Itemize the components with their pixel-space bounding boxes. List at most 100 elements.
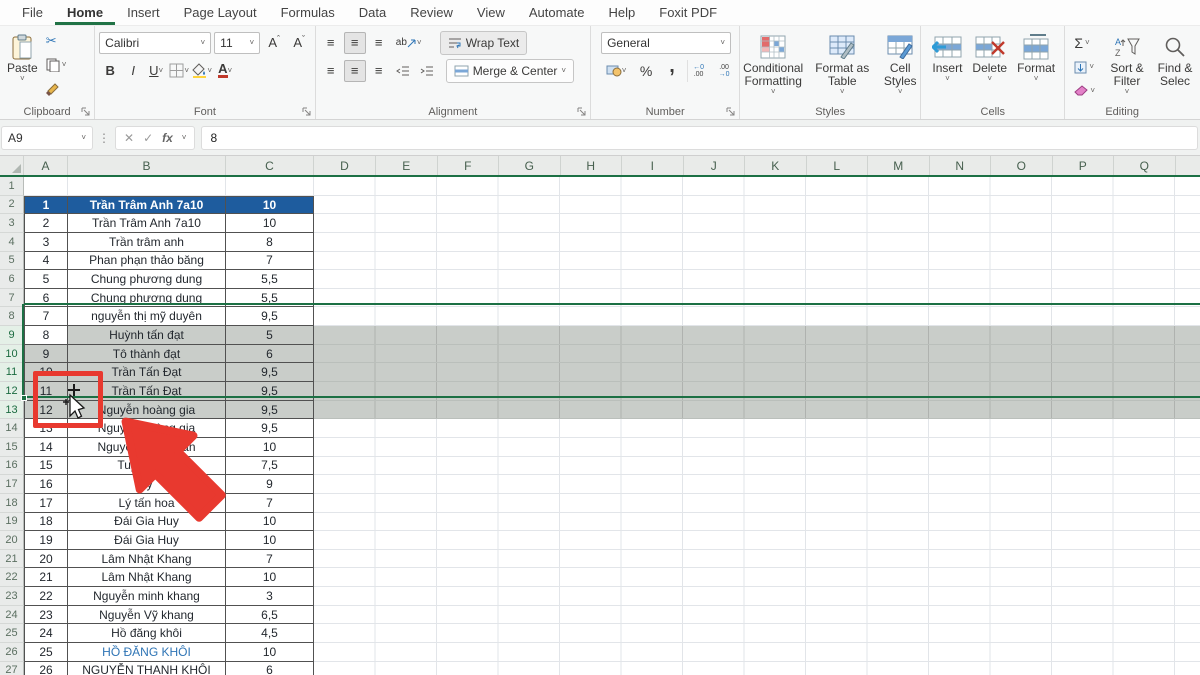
cell-B11[interactable]: Trần Tấn Đạt <box>68 363 226 382</box>
cell-B22[interactable]: Lâm Nhật Khang <box>68 568 226 587</box>
cell-A17[interactable]: 16 <box>24 475 68 494</box>
cell-A8[interactable]: 7 <box>24 307 68 326</box>
font-color-button[interactable]: A˅ <box>214 60 236 82</box>
number-dialog-launcher[interactable] <box>726 107 736 117</box>
column-header-D[interactable]: D <box>314 156 376 175</box>
empty-cells-row-13[interactable] <box>314 401 1200 420</box>
column-header-O[interactable]: O <box>991 156 1053 175</box>
cell-A10[interactable]: 9 <box>24 345 68 364</box>
cell-B7[interactable]: Chung phương dung <box>68 289 226 308</box>
cell-A23[interactable]: 22 <box>24 587 68 606</box>
column-header-P[interactable]: P <box>1053 156 1115 175</box>
row-header-24[interactable]: 24 <box>0 606 24 625</box>
name-box[interactable]: A9 ˅ <box>1 126 93 150</box>
cell-A12[interactable]: 11 <box>24 382 68 401</box>
enter-icon[interactable]: ✓ <box>143 131 153 145</box>
cell-A19[interactable]: 18 <box>24 513 68 532</box>
row-header-1[interactable]: 1 <box>0 177 24 196</box>
cell-B3[interactable]: Trần Trâm Anh 7a10 <box>68 214 226 233</box>
cell-A7[interactable]: 6 <box>24 289 68 308</box>
column-header-F[interactable]: F <box>438 156 500 175</box>
column-header-N[interactable]: N <box>930 156 992 175</box>
tab-data[interactable]: Data <box>347 1 398 25</box>
column-header-G[interactable]: G <box>499 156 561 175</box>
cell-A5[interactable]: 4 <box>24 252 68 271</box>
cell-A6[interactable]: 5 <box>24 270 68 289</box>
shrink-font-button[interactable]: Aˇ <box>288 32 310 54</box>
cell-B8[interactable]: nguyễn thị mỹ duyên <box>68 307 226 326</box>
column-header-A[interactable]: A <box>24 156 68 175</box>
empty-cells-row-5[interactable] <box>314 252 1200 271</box>
cell-C20[interactable]: 10 <box>226 531 314 550</box>
column-header-J[interactable]: J <box>684 156 746 175</box>
empty-cells-row-14[interactable] <box>314 419 1200 438</box>
cell-C18[interactable]: 7 <box>226 494 314 513</box>
row-header-10[interactable]: 10 <box>0 345 24 364</box>
cell-B4[interactable]: Trần trâm anh <box>68 233 226 252</box>
row-header-25[interactable]: 25 <box>0 624 24 643</box>
grow-font-button[interactable]: Aˆ <box>263 32 285 54</box>
cell-B9[interactable]: Huỳnh tấn đạt <box>68 326 226 345</box>
cell-B15[interactable]: Nguyễn Ngọc Hân <box>68 438 226 457</box>
empty-cells-row-17[interactable] <box>314 475 1200 494</box>
empty-cells-row-20[interactable] <box>314 531 1200 550</box>
cell-B20[interactable]: Đái Gia Huy <box>68 531 226 550</box>
empty-cells-row-24[interactable] <box>314 606 1200 625</box>
borders-button[interactable]: ˅ <box>168 60 190 82</box>
format-as-table-button[interactable]: Format as Table ˅ <box>809 30 875 102</box>
empty-cells-row-10[interactable] <box>314 345 1200 364</box>
cell-B10[interactable]: Tô thành đạt <box>68 345 226 364</box>
cut-button[interactable]: ✂ <box>43 30 70 52</box>
row-header-23[interactable]: 23 <box>0 587 24 606</box>
cell-styles-button[interactable]: Cell Styles ˅ <box>875 30 925 102</box>
copy-button[interactable]: ˅ <box>43 54 70 76</box>
cell-C19[interactable]: 10 <box>226 513 314 532</box>
cell-A15[interactable]: 14 <box>24 438 68 457</box>
tab-help[interactable]: Help <box>597 1 648 25</box>
cell-A9[interactable]: 8 <box>24 326 68 345</box>
empty-cells-row-26[interactable] <box>314 643 1200 662</box>
increase-indent-button[interactable] <box>416 60 438 82</box>
row-header-8[interactable]: 8 <box>0 307 24 326</box>
decrease-indent-button[interactable] <box>392 60 414 82</box>
format-painter-button[interactable] <box>43 78 70 100</box>
tab-home[interactable]: Home <box>55 1 115 25</box>
increase-decimal-button[interactable]: ←0.00 <box>687 60 709 82</box>
row-header-4[interactable]: 4 <box>0 233 24 252</box>
cell-C8[interactable]: 9,5 <box>226 307 314 326</box>
empty-cells-row-12[interactable] <box>314 382 1200 401</box>
delete-cells-button[interactable]: Delete ˅ <box>969 30 1010 102</box>
tab-file[interactable]: File <box>10 1 55 25</box>
clipboard-dialog-launcher[interactable] <box>81 107 91 117</box>
orientation-button[interactable]: ab ˅ <box>392 32 426 54</box>
percent-style-button[interactable]: % <box>635 60 657 82</box>
cell-C27[interactable]: 6 <box>226 662 314 675</box>
row-header-18[interactable]: 18 <box>0 494 24 513</box>
autosum-button[interactable]: Σ˅ <box>1071 32 1098 54</box>
tab-review[interactable]: Review <box>398 1 465 25</box>
cell-A27[interactable]: 26 <box>24 662 68 675</box>
cell-C6[interactable]: 5,5 <box>226 270 314 289</box>
cell-A21[interactable]: 20 <box>24 550 68 569</box>
fill-button[interactable]: ˅ <box>1071 56 1098 78</box>
column-header-M[interactable]: M <box>868 156 930 175</box>
empty-cells-row-1[interactable] <box>314 177 1200 196</box>
italic-button[interactable]: I <box>122 60 144 82</box>
cell-A18[interactable]: 17 <box>24 494 68 513</box>
paste-button[interactable]: Paste ˅ <box>4 30 41 102</box>
empty-cells-row-6[interactable] <box>314 270 1200 289</box>
cell-A2[interactable]: 1 <box>24 196 68 215</box>
align-top-button[interactable]: ≡ <box>320 32 342 54</box>
row-header-27[interactable]: 27 <box>0 662 24 675</box>
align-left-button[interactable]: ≡ <box>320 60 342 82</box>
tab-insert[interactable]: Insert <box>115 1 172 25</box>
cell-B13[interactable]: Nguyễn hoàng gia <box>68 401 226 420</box>
empty-cells-row-18[interactable] <box>314 494 1200 513</box>
empty-cells-row-27[interactable] <box>314 662 1200 675</box>
column-header-I[interactable]: I <box>622 156 684 175</box>
empty-cells-row-11[interactable] <box>314 363 1200 382</box>
empty-cells-row-23[interactable] <box>314 587 1200 606</box>
tab-page-layout[interactable]: Page Layout <box>172 1 269 25</box>
empty-cells-row-16[interactable] <box>314 457 1200 476</box>
row-header-17[interactable]: 17 <box>0 475 24 494</box>
